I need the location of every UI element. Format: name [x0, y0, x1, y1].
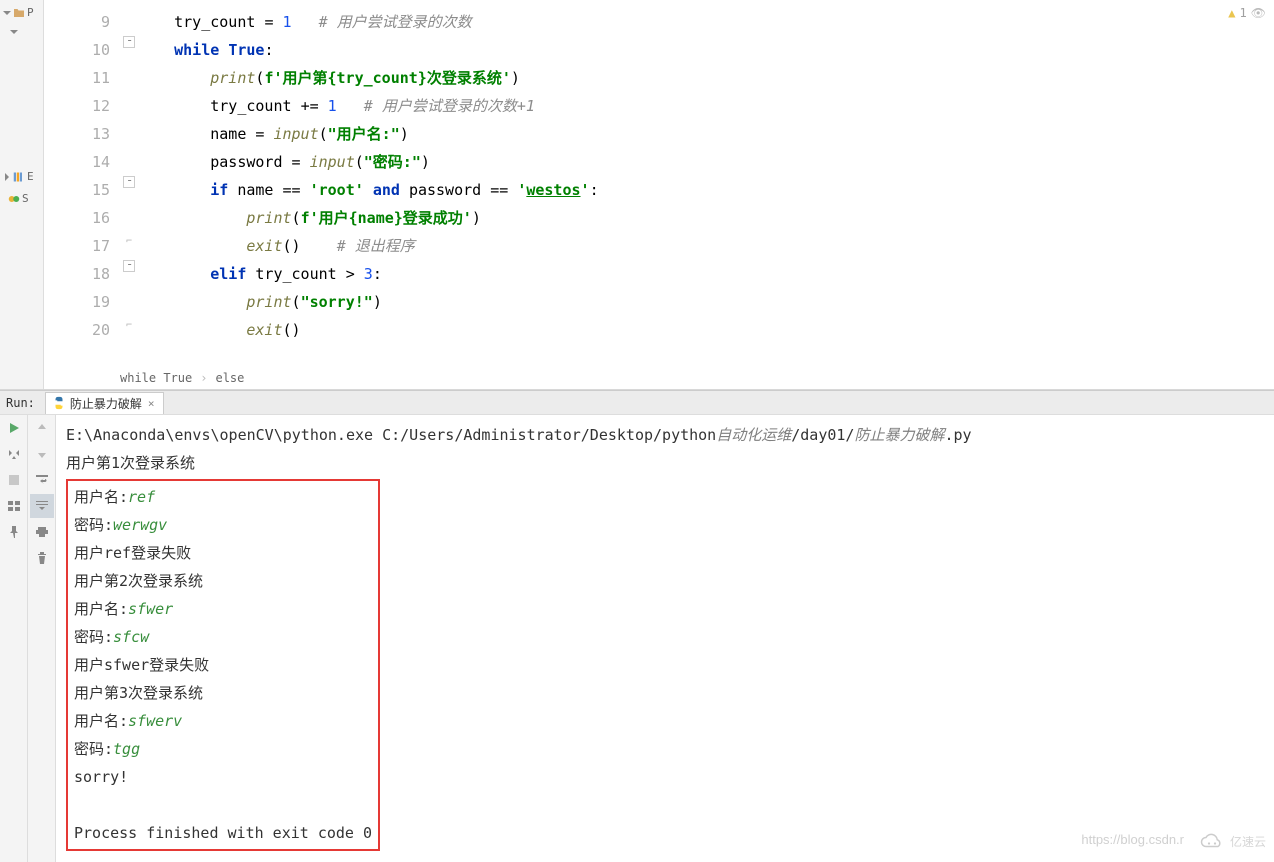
console-output[interactable]: E:\Anaconda\envs\openCV\python.exe C:/Us… — [56, 415, 1274, 862]
line-number: 13 — [44, 120, 110, 148]
inspection-eye-icon: 👁 — [1251, 6, 1266, 20]
project-folder[interactable]: P — [0, 4, 43, 21]
output-line: 密码:sfcw — [74, 623, 372, 651]
run-toolbar-primary — [0, 415, 28, 862]
library-icon — [13, 171, 25, 183]
line-number: 15 — [44, 176, 110, 204]
line-number: 9 — [44, 8, 110, 36]
line-number: 19 — [44, 288, 110, 316]
code-area[interactable]: 91011121314151617181920 ⌐⌐ try_count = 1… — [44, 0, 1274, 389]
cloud-icon — [1198, 833, 1226, 851]
output-line: 用户ref登录失败 — [74, 539, 372, 567]
chevron-down-icon[interactable] — [3, 9, 11, 17]
code-content[interactable]: try_count = 1 # 用户尝试登录的次数 while True: pr… — [138, 0, 1274, 389]
output-line: 密码:werwgv — [74, 511, 372, 539]
output-line: Process finished with exit code 0 — [74, 819, 372, 847]
editor-area: P E S 91011121314151617181920 ⌐⌐ try_cou… — [0, 0, 1274, 390]
warning-icon: ▲ — [1228, 6, 1235, 20]
code-line[interactable]: print(f'用户第{try_count}次登录系统') — [138, 64, 1274, 92]
code-line[interactable]: password = input("密码:") — [138, 148, 1274, 176]
highlighted-output-box: 用户名:ref密码:werwgv用户ref登录失败用户第2次登录系统用户名:sf… — [66, 479, 380, 851]
command-line: E:\Anaconda\envs\openCV\python.exe C:/Us… — [66, 421, 1264, 449]
line-number: 14 — [44, 148, 110, 176]
soft-wrap-button[interactable] — [30, 468, 54, 492]
code-line[interactable]: name = input("用户名:") — [138, 120, 1274, 148]
output-line: 密码:tgg — [74, 735, 372, 763]
fold-toggle[interactable] — [123, 260, 135, 272]
line-number: 20 — [44, 316, 110, 344]
line-number: 12 — [44, 92, 110, 120]
line-number: 16 — [44, 204, 110, 232]
code-line[interactable]: exit() — [138, 316, 1274, 344]
output-line: sorry! — [74, 763, 372, 791]
output-line: 用户第2次登录系统 — [74, 567, 372, 595]
code-line[interactable]: while True: — [138, 36, 1274, 64]
down-button[interactable] — [30, 442, 54, 466]
scroll-to-end-button[interactable] — [30, 494, 54, 518]
scratch-icon — [8, 193, 20, 205]
breadcrumb[interactable]: while True › else — [120, 367, 244, 389]
python-file-icon — [52, 396, 66, 410]
close-icon[interactable]: × — [146, 397, 157, 410]
code-line[interactable]: try_count += 1 # 用户尝试登录的次数+1 — [138, 92, 1274, 120]
project-panel: P E S — [0, 0, 44, 389]
breadcrumb-item[interactable]: while True — [120, 371, 192, 385]
line-number: 17 — [44, 232, 110, 260]
print-button[interactable] — [30, 520, 54, 544]
folder-icon — [13, 8, 25, 18]
line-number: 18 — [44, 260, 110, 288]
run-tab-name: 防止暴力破解 — [70, 395, 142, 412]
external-libs[interactable]: E — [0, 168, 43, 185]
output-line: 用户名:sfwerv — [74, 707, 372, 735]
scratches[interactable]: S — [0, 190, 43, 207]
watermark-brand: 亿速云 — [1198, 828, 1266, 856]
line-number: 10 — [44, 36, 110, 64]
code-line[interactable]: print(f'用户{name}登录成功') — [138, 204, 1274, 232]
run-toolbar-secondary — [28, 415, 56, 862]
run-label: Run: — [0, 396, 41, 410]
inspection-indicators[interactable]: ▲ 1 👁 — [1228, 6, 1266, 20]
code-line[interactable]: print("sorry!") — [138, 288, 1274, 316]
project-subfolder[interactable] — [0, 26, 43, 38]
code-line[interactable]: try_count = 1 # 用户尝试登录的次数 — [138, 8, 1274, 36]
chevron-down-icon[interactable] — [10, 28, 18, 36]
chevron-right-icon[interactable] — [3, 173, 11, 181]
settings-button[interactable] — [2, 442, 26, 466]
rerun-button[interactable] — [2, 416, 26, 440]
output-line: 用户第3次登录系统 — [74, 679, 372, 707]
layout-button[interactable] — [2, 494, 26, 518]
output-line — [74, 791, 372, 819]
line-number-gutter: 91011121314151617181920 — [44, 0, 120, 389]
output-line: 用户名:ref — [74, 483, 372, 511]
fold-toggle[interactable] — [123, 36, 135, 48]
line-number: 11 — [44, 64, 110, 92]
output-line: 用户名:sfwer — [74, 595, 372, 623]
fold-column: ⌐⌐ — [120, 0, 138, 389]
up-button[interactable] — [30, 416, 54, 440]
warning-count: 1 — [1240, 6, 1247, 20]
watermark-url: https://blog.csdn.r — [1081, 826, 1184, 854]
run-tab-bar: Run: 防止暴力破解 × — [0, 391, 1274, 415]
code-line[interactable]: if name == 'root' and password == 'westo… — [138, 176, 1274, 204]
fold-toggle[interactable] — [123, 176, 135, 188]
run-panel: Run: 防止暴力破解 × — [0, 390, 1274, 862]
run-tab[interactable]: 防止暴力破解 × — [45, 392, 164, 414]
output-line: 用户sfwer登录失败 — [74, 651, 372, 679]
output-line: 用户第1次登录系统 — [66, 449, 1264, 477]
code-line[interactable]: elif try_count > 3: — [138, 260, 1274, 288]
stop-button[interactable] — [2, 468, 26, 492]
chevron-right-icon: › — [200, 371, 207, 385]
pin-button[interactable] — [2, 520, 26, 544]
breadcrumb-item[interactable]: else — [215, 371, 244, 385]
code-line[interactable]: exit() # 退出程序 — [138, 232, 1274, 260]
delete-button[interactable] — [30, 546, 54, 570]
